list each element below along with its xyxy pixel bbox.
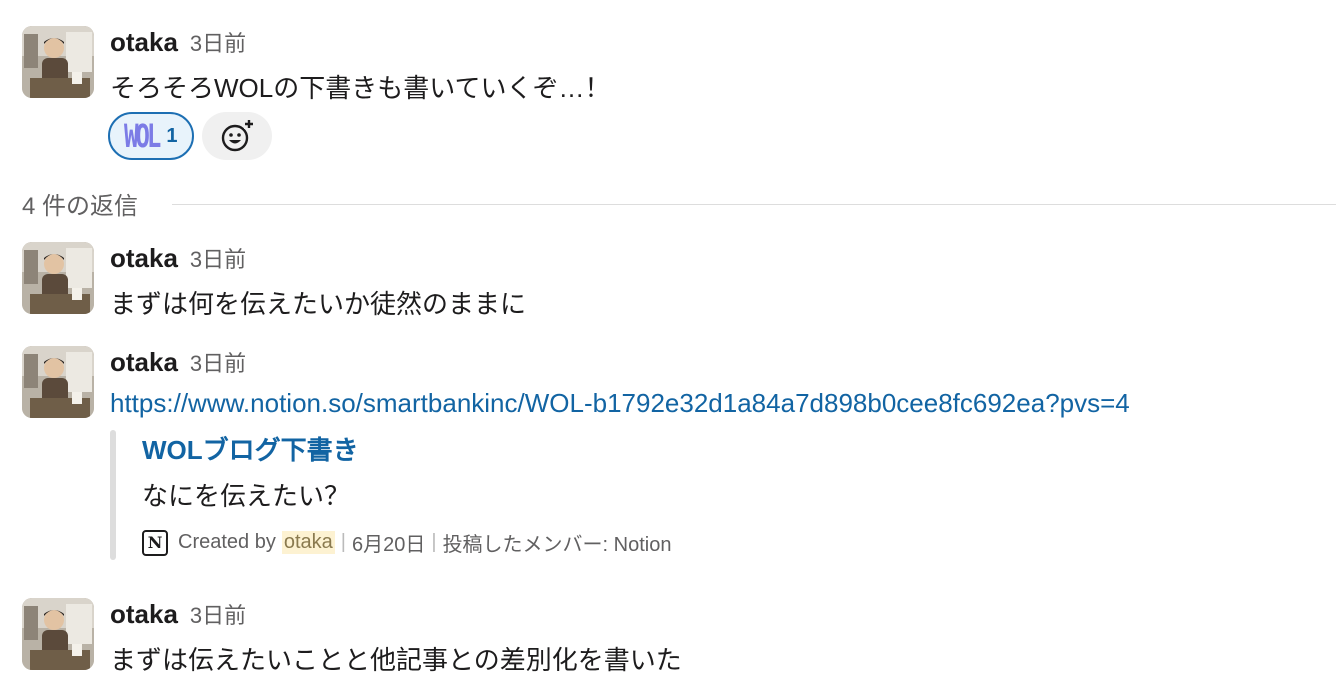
- unfurl-footer: N Created by otaka | 6月20日 | 投稿したメンバー: N…: [142, 528, 672, 557]
- message-header: otaka 3日前: [110, 346, 246, 378]
- reaction-wol[interactable]: WOL 1: [108, 112, 194, 160]
- separator: |: [340, 531, 346, 553]
- notion-link[interactable]: https://www.notion.so/smartbankinc/WOL-b…: [110, 388, 1130, 418]
- reaction-count: 1: [166, 124, 178, 147]
- avatar[interactable]: [22, 26, 94, 98]
- unfurl-date: 6月20日: [351, 534, 426, 556]
- notion-icon: N: [142, 529, 168, 556]
- avatar[interactable]: [22, 242, 94, 314]
- message-header: otaka 3日前: [110, 242, 246, 274]
- timestamp[interactable]: 3日前: [190, 351, 246, 376]
- message-text: まずは伝えたいことと他記事との差別化を書いた: [110, 645, 682, 675]
- unfurl-bar: [110, 430, 116, 560]
- author-name[interactable]: otaka: [110, 599, 178, 629]
- add-emoji-icon: [221, 119, 254, 152]
- message-header: otaka 3日前: [110, 26, 246, 58]
- user-mention[interactable]: otaka: [281, 531, 335, 554]
- message-header: otaka 3日前: [110, 598, 246, 630]
- timestamp[interactable]: 3日前: [190, 247, 246, 272]
- replies-count: 4 件の返信: [22, 186, 159, 221]
- divider-line: [172, 204, 1336, 205]
- created-by-label: Created by: [178, 531, 276, 553]
- reactions-bar: WOL 1: [108, 112, 272, 160]
- add-reaction-button[interactable]: [202, 112, 272, 160]
- message-text: まずは何を伝えたいか徒然のままに: [110, 289, 527, 319]
- timestamp[interactable]: 3日前: [190, 603, 246, 628]
- replies-divider: 4 件の返信: [22, 186, 1336, 222]
- author-name[interactable]: otaka: [110, 243, 178, 273]
- avatar[interactable]: [22, 346, 94, 418]
- link-unfurl: WOLブログ下書き なにを伝えたい？ N Created by otaka | …: [110, 430, 1210, 560]
- posted-by: 投稿したメンバー: Notion: [442, 534, 672, 556]
- unfurl-body: なにを伝えたい？: [142, 481, 351, 511]
- unfurl-title[interactable]: WOLブログ下書き: [142, 430, 359, 467]
- message-text: https://www.notion.so/smartbankinc/WOL-b…: [110, 388, 1130, 419]
- message-text: そろそろWOLの下書きも書いていくぞ…！: [110, 73, 611, 103]
- author-name[interactable]: otaka: [110, 347, 178, 377]
- wol-emoji-icon: WOL: [124, 117, 161, 155]
- timestamp[interactable]: 3日前: [190, 31, 246, 56]
- author-name[interactable]: otaka: [110, 27, 178, 57]
- avatar[interactable]: [22, 598, 94, 670]
- separator: |: [431, 531, 437, 553]
